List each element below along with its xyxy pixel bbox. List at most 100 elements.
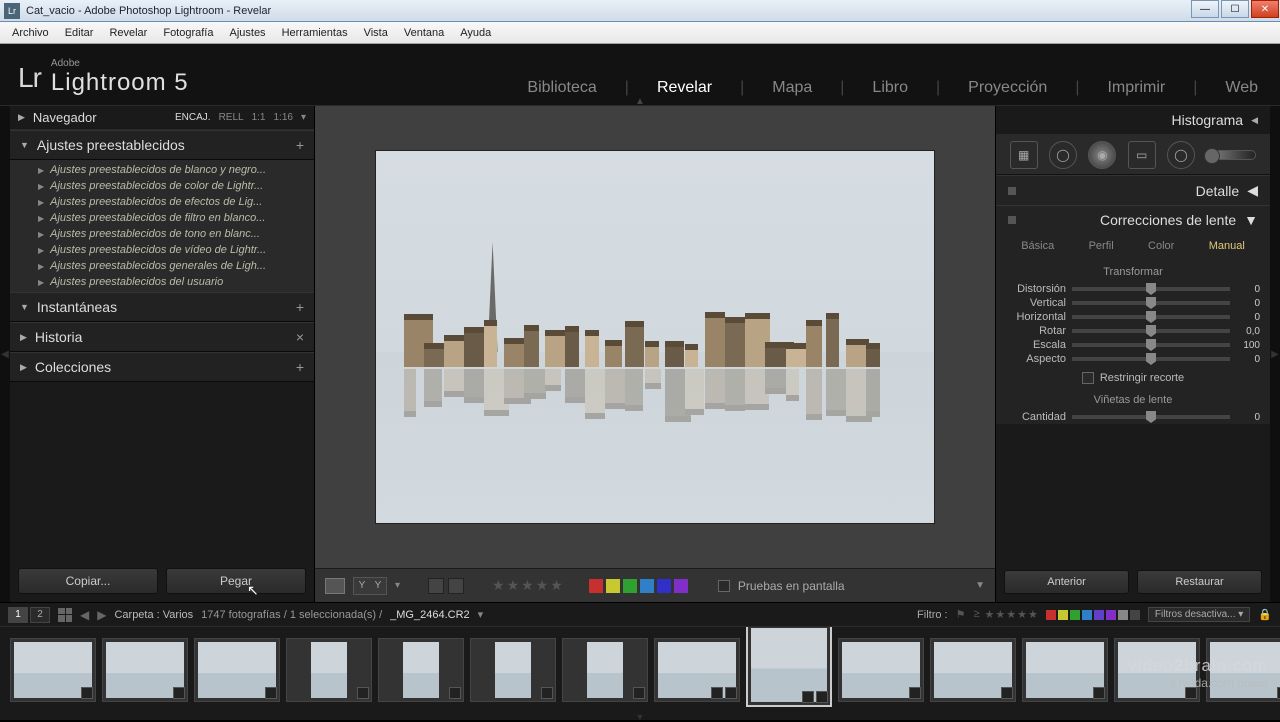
thumbnail[interactable] (378, 638, 464, 702)
module-biblioteca[interactable]: Biblioteca (523, 79, 600, 97)
preset-folder[interactable]: ▶Ajustes preestablecidos de vídeo de Lig… (10, 242, 314, 258)
before-after-toggle[interactable]: YY (353, 577, 387, 595)
gradient-tool[interactable]: ▭ (1128, 141, 1156, 169)
add-snapshot-button[interactable]: + (296, 299, 304, 315)
filter-rating[interactable]: ≥★★★★★ (973, 608, 1037, 621)
slider-distorsión[interactable]: Distorsión0 (996, 282, 1270, 296)
zoom-fill[interactable]: RELL (219, 112, 244, 123)
color-label[interactable] (589, 579, 603, 593)
nav-back-icon[interactable]: ◀ (80, 608, 89, 622)
slider-rotar[interactable]: Rotar0,0 (996, 324, 1270, 338)
menu-revelar[interactable]: Revelar (101, 24, 155, 42)
color-label[interactable] (606, 579, 620, 593)
constrain-crop-checkbox[interactable] (1082, 372, 1094, 384)
lens-tab-color[interactable]: Color (1144, 238, 1178, 254)
module-imprimir[interactable]: Imprimir (1103, 79, 1169, 97)
thumbnail[interactable] (930, 638, 1016, 702)
filter-lock-icon[interactable]: 🔒 (1258, 608, 1272, 621)
preview-image[interactable] (375, 150, 935, 524)
thumbnail[interactable] (194, 638, 280, 702)
filter-flag-icon[interactable]: ⚑ (956, 608, 966, 621)
module-web[interactable]: Web (1221, 79, 1262, 97)
radial-tool[interactable]: ◯ (1167, 141, 1195, 169)
menu-archivo[interactable]: Archivo (4, 24, 57, 42)
thumbnail[interactable] (838, 638, 924, 702)
menu-ayuda[interactable]: Ayuda (452, 24, 499, 42)
flag-reject[interactable] (448, 578, 464, 594)
menu-ventana[interactable]: Ventana (396, 24, 452, 42)
thumbnail-strip[interactable] (0, 627, 1280, 712)
reset-button[interactable]: Restaurar (1137, 570, 1262, 594)
main-window-button[interactable]: 1 (8, 607, 28, 623)
lens-tab-manual[interactable]: Manual (1205, 238, 1249, 254)
histogram-header[interactable]: Histograma ◀ (996, 106, 1270, 135)
add-preset-button[interactable]: + (296, 137, 304, 153)
thumbnail[interactable] (1114, 638, 1200, 702)
color-label[interactable] (640, 579, 654, 593)
menu-vista[interactable]: Vista (356, 24, 396, 42)
filename-dropdown-icon[interactable]: ▾ (478, 608, 484, 621)
color-label[interactable] (674, 579, 688, 593)
previous-button[interactable]: Anterior (1004, 570, 1129, 594)
maximize-button[interactable]: ☐ (1221, 0, 1249, 18)
spot-tool[interactable]: ◯ (1049, 141, 1077, 169)
preset-folder[interactable]: ▶Ajustes preestablecidos de tono en blan… (10, 226, 314, 242)
history-header[interactable]: ▶ Historia × (10, 322, 314, 352)
collapse-left-icon[interactable]: ◀ (0, 106, 10, 602)
redeye-tool[interactable]: ◉ (1088, 141, 1116, 169)
thumbnail[interactable] (746, 627, 832, 707)
filter-color-swatch[interactable] (1130, 610, 1140, 620)
filter-color-swatch[interactable] (1118, 610, 1128, 620)
module-proyección[interactable]: Proyección (964, 79, 1051, 97)
zoom-1-1[interactable]: 1:1 (252, 112, 266, 123)
panel-switch-icon[interactable] (1008, 216, 1016, 224)
preset-folder[interactable]: ▶Ajustes preestablecidos de efectos de L… (10, 194, 314, 210)
thumbnail[interactable] (286, 638, 372, 702)
module-libro[interactable]: Libro (868, 79, 912, 97)
softproof-checkbox[interactable] (718, 580, 730, 592)
menu-ajustes[interactable]: Ajustes (221, 24, 273, 42)
filter-color-swatch[interactable] (1106, 610, 1116, 620)
collections-header[interactable]: ▶ Colecciones + (10, 352, 314, 382)
thumbnail[interactable] (1206, 638, 1280, 702)
brush-tool[interactable] (1206, 150, 1256, 160)
presets-header[interactable]: ▼ Ajustes preestablecidos + (10, 130, 314, 160)
lens-tab-perfil[interactable]: Perfil (1085, 238, 1118, 254)
collapse-bottom-icon[interactable]: ▼ (0, 712, 1280, 720)
filter-color-swatch[interactable] (1070, 610, 1080, 620)
snapshots-header[interactable]: ▼ Instantáneas + (10, 292, 314, 322)
menu-fotografía[interactable]: Fotografía (155, 24, 221, 42)
slider-vertical[interactable]: Vertical0 (996, 296, 1270, 310)
slider-escala[interactable]: Escala100 (996, 338, 1270, 352)
zoom-ratio[interactable]: 1:16 (274, 112, 293, 123)
navigator-header[interactable]: ▶ Navegador ENCAJ. RELL 1:1 1:16 ▾ (10, 106, 314, 130)
preset-folder[interactable]: ▶Ajustes preestablecidos generales de Li… (10, 258, 314, 274)
add-collection-button[interactable]: + (296, 359, 304, 375)
crop-tool[interactable]: ▦ (1010, 141, 1038, 169)
zoom-fit[interactable]: ENCAJ. (175, 112, 211, 123)
filter-color-swatch[interactable] (1094, 610, 1104, 620)
collapse-right-icon[interactable]: ▶ (1270, 106, 1280, 602)
preset-folder[interactable]: ▶Ajustes preestablecidos de color de Lig… (10, 178, 314, 194)
thumbnail[interactable] (470, 638, 556, 702)
slider-cantidad[interactable]: Cantidad 0 (996, 410, 1270, 424)
panel-switch-icon[interactable] (1008, 187, 1016, 195)
menu-editar[interactable]: Editar (57, 24, 102, 42)
menu-herramientas[interactable]: Herramientas (274, 24, 356, 42)
rating-stars[interactable]: ★★★★★ (492, 577, 563, 594)
thumbnail[interactable] (102, 638, 188, 702)
filter-color-swatch[interactable] (1082, 610, 1092, 620)
zoom-dropdown-icon[interactable]: ▾ (301, 112, 306, 123)
color-label[interactable] (623, 579, 637, 593)
thumbnail[interactable] (654, 638, 740, 702)
flag-pick[interactable] (428, 578, 444, 594)
copy-button[interactable]: Copiar... (18, 568, 158, 594)
slider-horizontal[interactable]: Horizontal0 (996, 310, 1270, 324)
lens-header[interactable]: Correcciones de lente ▼ (996, 206, 1270, 234)
module-revelar[interactable]: Revelar (653, 79, 716, 97)
detail-header[interactable]: Detalle ◀ (996, 176, 1270, 205)
filter-color-swatch[interactable] (1046, 610, 1056, 620)
filter-preset-dropdown[interactable]: Filtros desactiva... ▾ (1148, 607, 1250, 622)
filter-color-swatch[interactable] (1058, 610, 1068, 620)
toolbar-dropdown-icon[interactable]: ▼ (975, 580, 985, 591)
